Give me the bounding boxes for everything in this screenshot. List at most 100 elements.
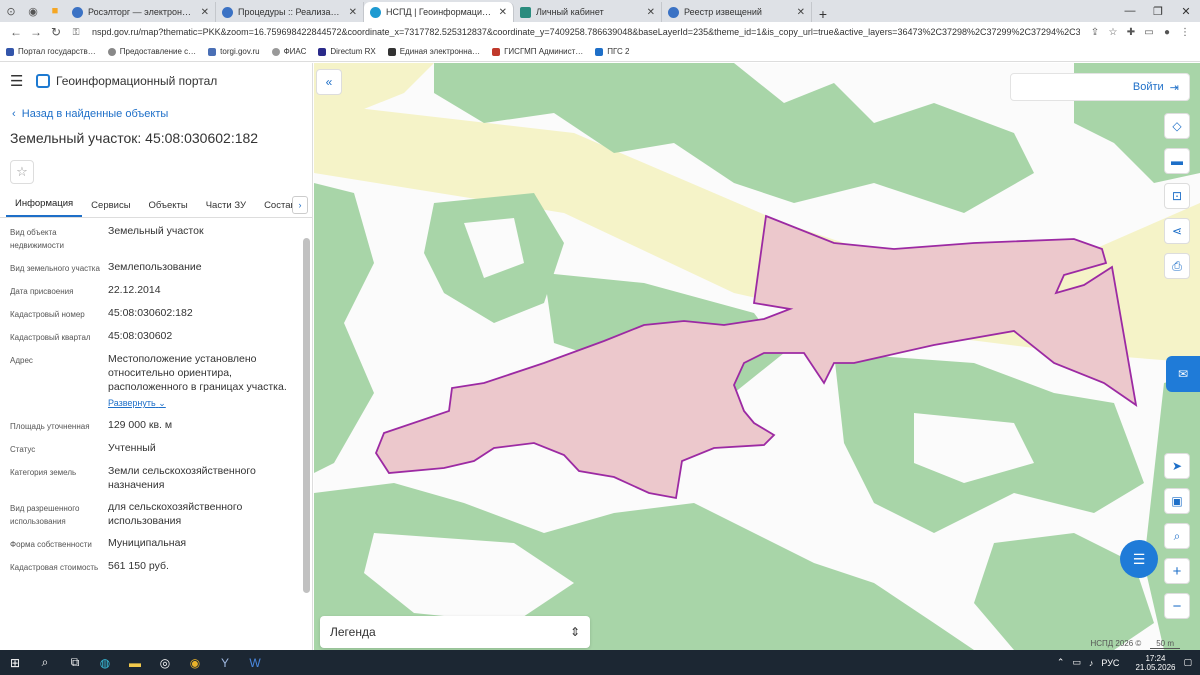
map-view[interactable]: « Войти ⇥ ◇ ▬ ⊡ ⋖ ⎙ ✉ ➤ ▣ ⌕ + − ☰ Легенд… [314, 63, 1200, 650]
assistant-tab-icon[interactable]: ✉ [1166, 356, 1200, 392]
checkbox-icon [520, 6, 531, 18]
parcel-title: Земельный участок: 45:08:030602:182 [10, 130, 259, 146]
bookmark-star-icon[interactable]: ☆ [1104, 27, 1122, 38]
browser-tab[interactable]: Реестр извещений ✕ [662, 2, 812, 22]
tab-information[interactable]: Информация [6, 198, 83, 217]
property-row: Кадастровый номер 45:08:030602:182 [10, 307, 193, 319]
globe-icon [222, 6, 233, 18]
legend-dropdown[interactable]: Легенда ⇕ [320, 616, 590, 648]
tray-expand-icon[interactable]: ⌃ [1057, 657, 1065, 668]
browser-tab[interactable]: Росэлторг — электронная торг…✕ [66, 2, 216, 22]
word-icon[interactable]: W [240, 650, 270, 675]
globe-icon [668, 6, 679, 18]
close-icon[interactable]: ✕ [797, 7, 805, 18]
file-explorer-icon[interactable]: ▬ [120, 650, 150, 675]
tabs-scroll-right-icon[interactable]: › [292, 196, 308, 214]
close-icon[interactable]: ✕ [499, 7, 507, 18]
bookmark-item[interactable]: ГИСГМП Админист… [492, 47, 583, 56]
property-row: Дата присвоения 22.12.2014 [10, 284, 161, 296]
sidebar-icon[interactable]: ▭ [1140, 27, 1158, 38]
hamburger-menu-icon[interactable]: ☰ [10, 72, 36, 90]
bookmark-item[interactable]: ФИАС [271, 47, 306, 56]
volume-icon[interactable]: ♪ [1089, 658, 1094, 668]
network-icon[interactable]: ▭ [1072, 657, 1081, 668]
url-field[interactable]: nspd.gov.ru/map?thematic=PKK&zoom=16.759… [92, 27, 1080, 37]
tab-search-icon[interactable]: ⊙ [0, 0, 22, 22]
close-window-icon[interactable]: ✕ [1172, 5, 1200, 18]
map-attribution: НСПД 2026 © 50 m [1090, 639, 1180, 649]
windows-start-icon[interactable]: ⊞ [0, 650, 30, 675]
notifications-icon[interactable]: ▢ [1183, 657, 1192, 668]
chrome-icon[interactable]: ◉ [180, 650, 210, 675]
tab-services[interactable]: Сервисы [82, 200, 139, 217]
geolocation-icon[interactable]: ➤ [1164, 453, 1190, 479]
close-icon[interactable]: ✕ [647, 7, 655, 18]
close-icon[interactable]: ✕ [349, 7, 357, 18]
bookmark-item[interactable]: Единая электронна… [387, 47, 480, 56]
property-row: Форма собственности Муниципальная [10, 537, 187, 549]
browser-tab-strip: ⊙ ◉ ■ Росэлторг — электронная торг…✕ Про… [0, 0, 1200, 22]
search-icon[interactable]: ⌕ [30, 650, 60, 675]
clock[interactable]: 17:24 21.05.2026 [1127, 654, 1175, 672]
bookmark-item[interactable]: Предоставление с… [107, 47, 196, 56]
share-icon[interactable]: ⋖ [1164, 218, 1190, 244]
app-header: ☰ Геоинформационный портал [0, 63, 312, 99]
property-row: Категория земель Земли сельскохозяйственн… [10, 465, 256, 491]
zoom-in-button[interactable]: + [1164, 558, 1190, 584]
property-list: Вид объекта недвижимости Земельный участо… [0, 218, 312, 574]
zoom-out-button[interactable]: − [1164, 593, 1190, 619]
pinned-tab-icon[interactable]: ■ [44, 0, 66, 22]
panel-tabs: Информация Сервисы Объекты Части ЗУ Сост… [0, 194, 312, 218]
browser-tab[interactable]: Процедуры :: Реализация госи…✕ [216, 2, 364, 22]
property-row: Площадь уточненная 129 000 кв. м [10, 419, 173, 431]
language-indicator[interactable]: РУС [1101, 658, 1119, 668]
panel-scrollbar[interactable] [303, 238, 310, 593]
area-search-icon[interactable]: ⊡ [1164, 183, 1190, 209]
bookmarks-bar: Портал государств… Предоставление с… tor… [0, 42, 1200, 62]
minimize-icon[interactable]: — [1116, 5, 1144, 17]
property-row: Кадастровый квартал 45:08:030602 [10, 330, 173, 342]
edge-icon[interactable]: ◍ [90, 650, 120, 675]
bookmark-item[interactable]: Портал государств… [6, 47, 96, 56]
browser-tab[interactable]: Личный кабинет ✕ [514, 2, 662, 22]
collapse-panel-button[interactable]: « [316, 69, 342, 95]
share-icon[interactable]: ⇪ [1086, 27, 1104, 38]
login-button[interactable]: Войти ⇥ [1010, 73, 1190, 101]
favorite-star-icon[interactable]: ☆ [10, 160, 34, 184]
back-to-results-link[interactable]: ‹ Назад в найденные объекты [0, 108, 312, 120]
globe-icon [72, 6, 83, 18]
ruler-icon[interactable]: ▬ [1164, 148, 1190, 174]
globe-icon [370, 6, 381, 18]
double-chevron-left-icon: « [325, 75, 333, 89]
chat-icon[interactable]: ☰ [1120, 540, 1158, 578]
forward-arrow-icon[interactable]: → [26, 25, 46, 39]
print-icon[interactable]: ⎙ [1164, 253, 1190, 279]
bookmark-item[interactable]: torgi.gov.ru [208, 47, 260, 56]
layers-icon[interactable]: ◇ [1164, 113, 1190, 139]
site-info-icon[interactable]: ⚿ [66, 27, 86, 38]
login-arrow-icon: ⇥ [1169, 81, 1179, 94]
expand-link[interactable]: Развернуть ⌄ [108, 396, 166, 410]
minimap-icon[interactable]: ▣ [1164, 488, 1190, 514]
extensions-icon[interactable]: ✚ [1122, 27, 1140, 38]
reload-icon[interactable]: ↻ [46, 25, 66, 39]
pinned-tab-icon[interactable]: ◉ [22, 0, 44, 22]
close-icon[interactable]: ✕ [201, 7, 209, 18]
portal-logo-icon [36, 74, 50, 88]
new-tab-icon[interactable]: + [812, 6, 834, 22]
menu-dots-icon[interactable]: ⋮ [1176, 27, 1194, 38]
bookmark-item[interactable]: ПГС 2 [595, 47, 629, 56]
bookmark-item[interactable]: Directum RX [318, 47, 376, 56]
tab-parcel-parts[interactable]: Части ЗУ [197, 200, 255, 217]
yandex-icon[interactable]: Y [210, 650, 240, 675]
browser-tab-active[interactable]: НСПД | Геоинформационный п…✕ [364, 2, 514, 22]
tab-objects[interactable]: Объекты [140, 200, 197, 217]
app-icon[interactable]: ◎ [150, 650, 180, 675]
search-location-icon[interactable]: ⌕ [1164, 523, 1190, 549]
map-canvas[interactable] [314, 63, 1200, 650]
profile-icon[interactable]: ● [1158, 27, 1176, 38]
back-arrow-icon[interactable]: ← [6, 25, 26, 39]
task-view-icon[interactable]: ⧉ [60, 650, 90, 675]
chevron-left-icon: ‹ [12, 108, 22, 120]
maximize-icon[interactable]: ❐ [1144, 5, 1172, 18]
